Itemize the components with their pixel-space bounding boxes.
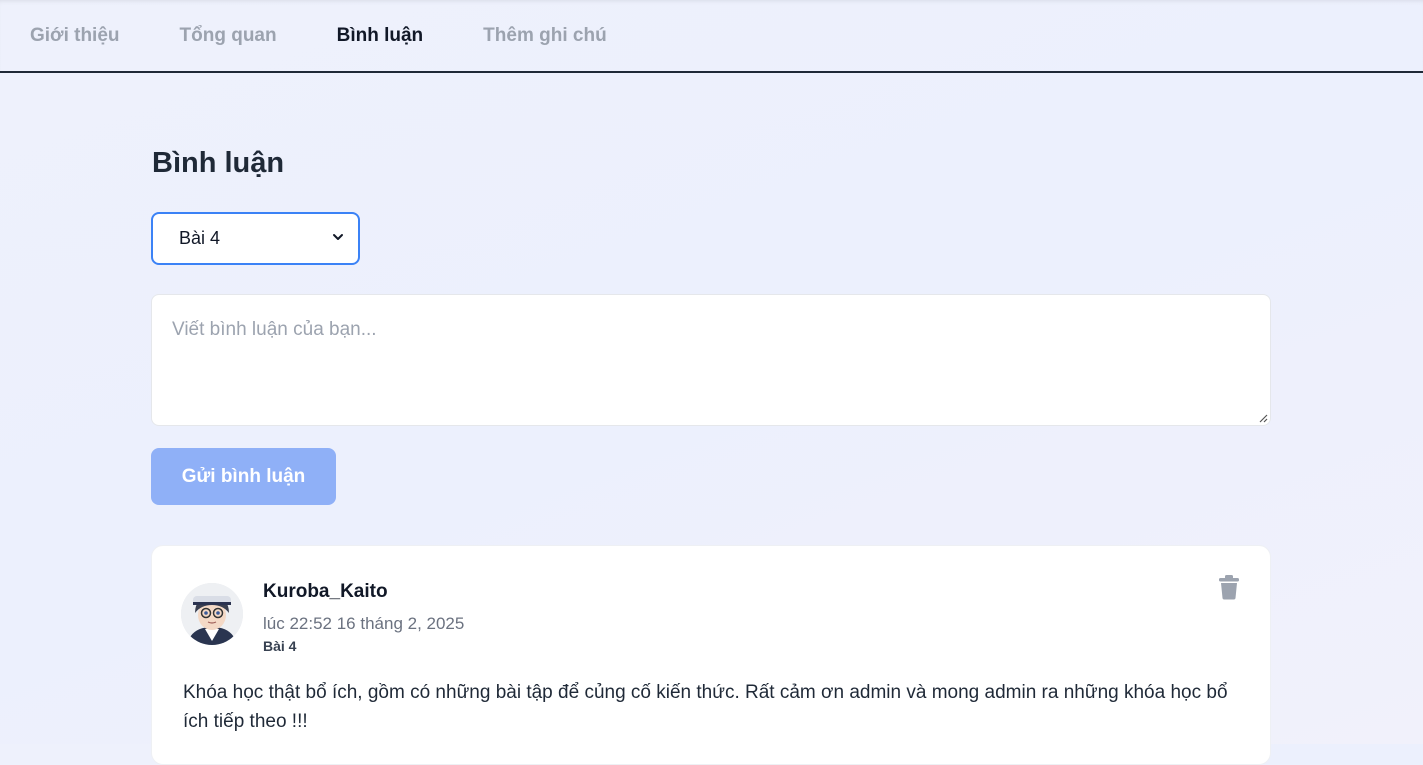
comment-content: Khóa học thật bổ ích, gồm có những bài t…: [183, 682, 1228, 732]
page-title: Bình luận: [152, 147, 285, 179]
submit-comment-button[interactable]: Gửi bình luận: [151, 448, 336, 505]
comment-timestamp: lúc 22:52 16 tháng 2, 2025: [263, 614, 465, 633]
comment-username: Kuroba_Kaito: [263, 581, 388, 602]
tab-gioi-thieu[interactable]: Giới thiệu: [30, 25, 120, 47]
tab-them-ghi-chu[interactable]: Thêm ghi chú: [483, 25, 607, 47]
comment-lesson: Bài 4: [263, 638, 297, 654]
avatar: [181, 583, 243, 645]
comment-card: Kuroba_Kaito lúc 22:52 16 tháng 2, 2025 …: [151, 545, 1271, 765]
lesson-select-value: Bài 4: [179, 228, 221, 248]
chevron-down-icon: [333, 234, 343, 240]
trash-icon[interactable]: [1218, 574, 1240, 600]
comment-input[interactable]: Viết bình luận của bạn...: [151, 294, 1271, 426]
comment-input-placeholder: Viết bình luận của bạn...: [172, 319, 377, 340]
tab-binh-luan[interactable]: Bình luận: [337, 25, 424, 47]
resize-handle-icon[interactable]: [1258, 413, 1268, 423]
lesson-select[interactable]: Bài 4: [151, 212, 360, 265]
tab-bar: Giới thiệu Tổng quan Bình luận Thêm ghi …: [0, 0, 1423, 73]
tab-tong-quan[interactable]: Tổng quan: [180, 25, 277, 47]
avatar-image: [181, 583, 243, 645]
